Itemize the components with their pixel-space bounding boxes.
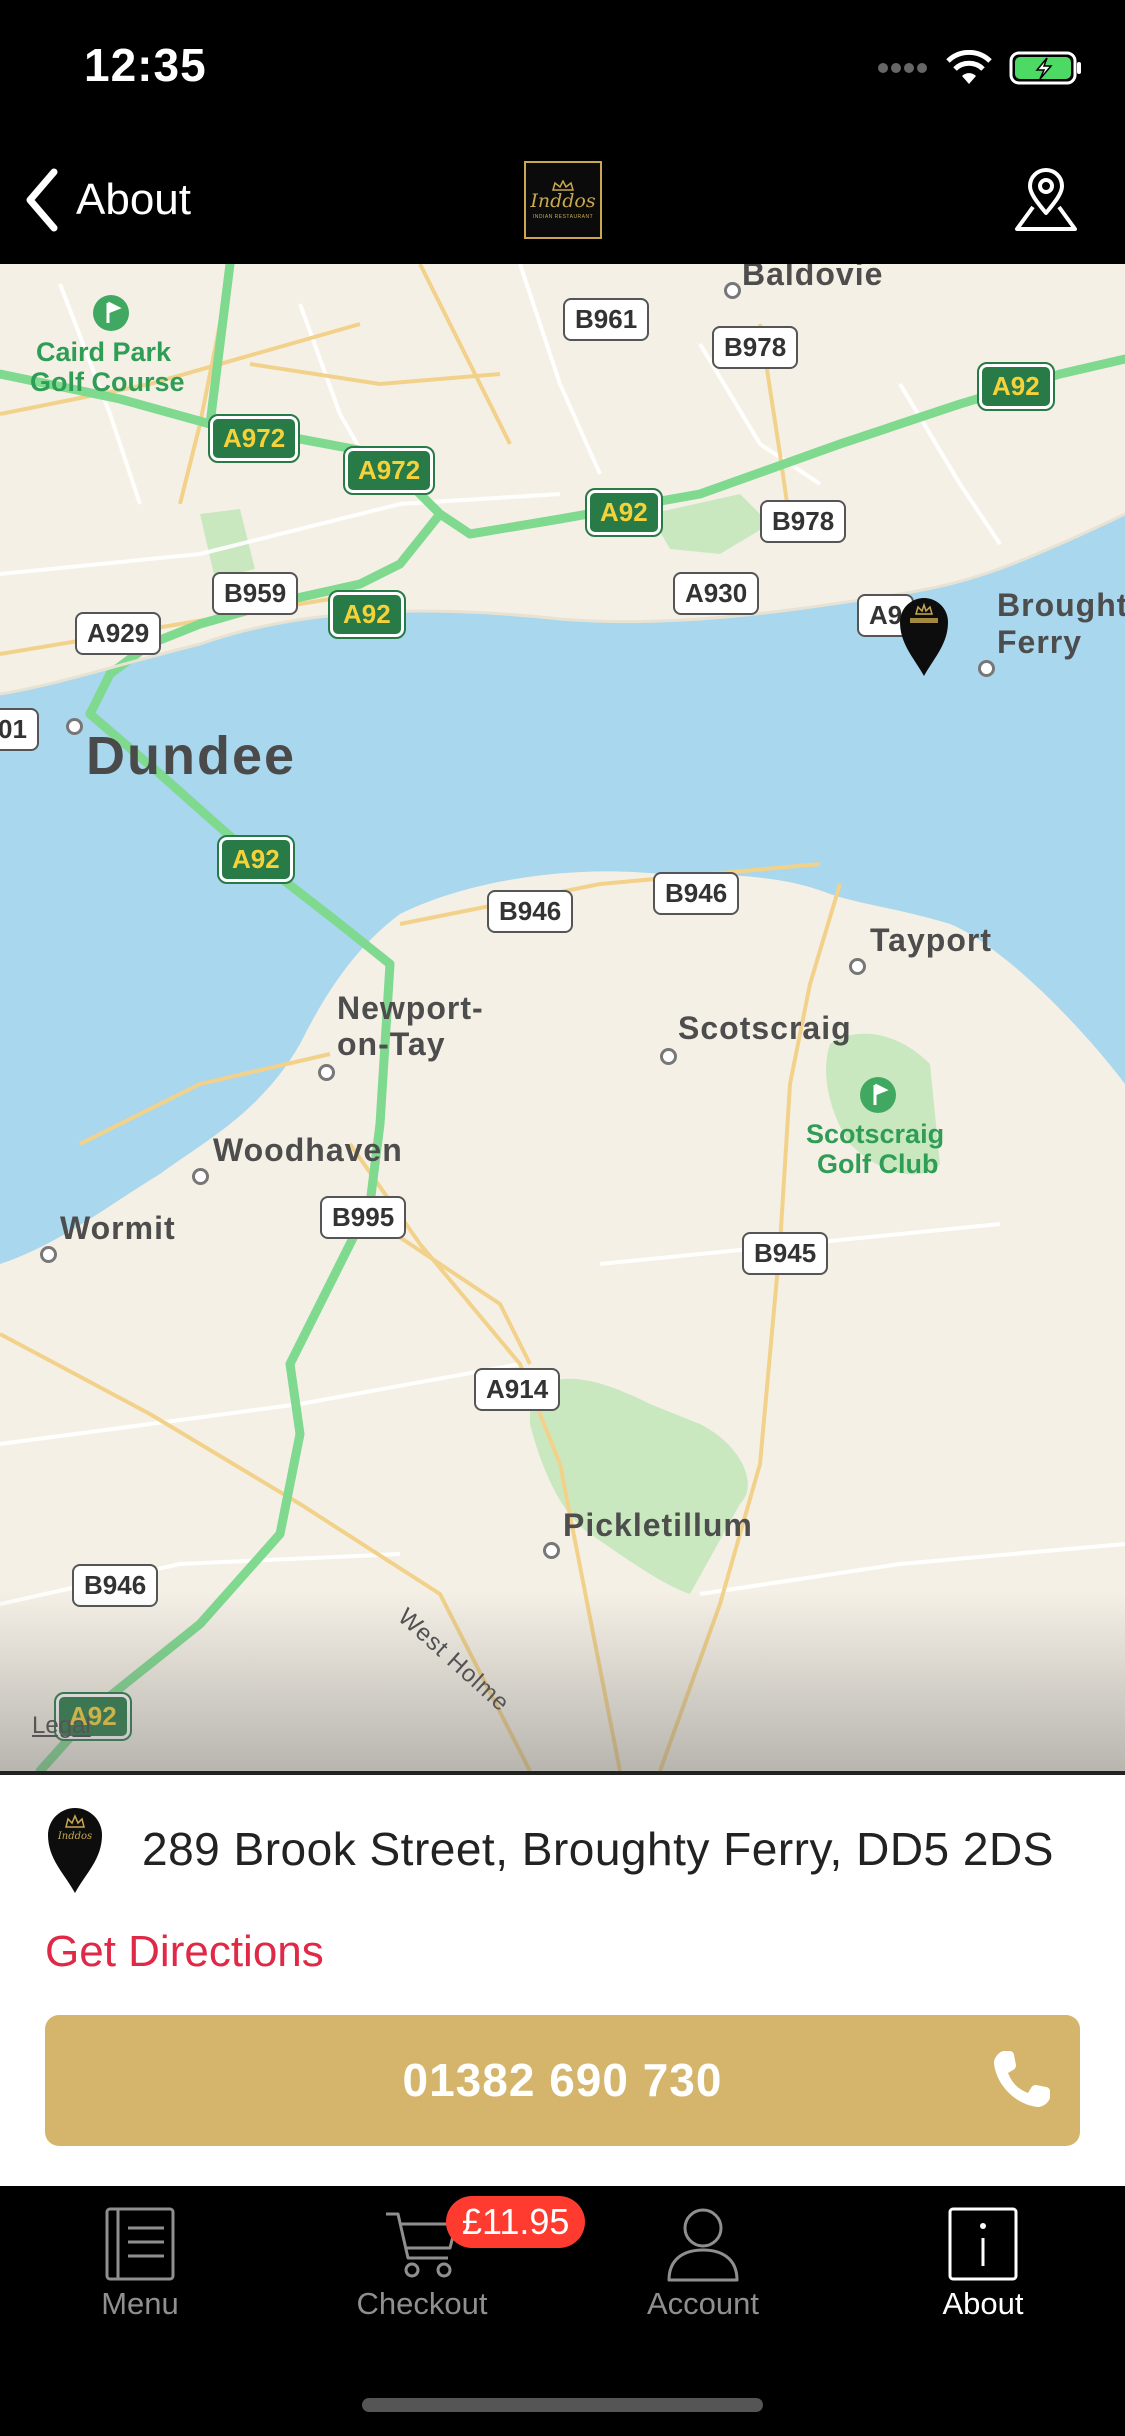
map-view[interactable]: Baldovie Dundee Broughty Ferry Tayport S… [0,264,1125,1771]
label-ferry: Ferry [997,624,1083,660]
nav-bar: About Inddos INDIAN RESTAURANT [0,135,1125,264]
road-badge: A930 [673,572,760,615]
logo-text: Inddos [530,190,596,212]
label-pickletillum: Pickletillum [563,1507,753,1543]
road-badge: 01 [0,708,39,751]
map-pin-outline-icon [1015,168,1077,231]
call-button[interactable]: 01382 690 730 [45,2015,1080,2146]
road-badge: B978 [760,500,847,543]
label-newport-2: on-Tay [337,1026,446,1062]
road-badge: B945 [742,1232,829,1275]
address-text: 289 Brook Street, Broughty Ferry, DD5 2D… [142,1823,1054,1875]
signal-dots-icon [878,63,927,73]
tab-label: Menu [101,2286,179,2321]
road-badge: B959 [212,572,299,615]
label-scotscraig-golf-1: Scotscraig [806,1119,945,1149]
label-dundee: Dundee [86,726,297,786]
map-pin-outline-button[interactable] [1011,165,1081,235]
place-dot [40,1246,57,1263]
road-badge: A92 [977,362,1055,411]
place-dot [543,1542,560,1559]
chevron-left-icon [26,168,58,232]
road-badge: B978 [712,326,799,369]
home-indicator [362,2398,763,2412]
road-badge: B995 [320,1196,407,1239]
place-dot [724,282,741,299]
restaurant-logo: Inddos INDIAN RESTAURANT [524,161,602,239]
golf-flag-icon [860,1077,896,1113]
place-dot [978,660,995,677]
info-icon [948,2207,1018,2281]
location-info-panel: Inddos 289 Brook Street, Broughty Ferry,… [0,1771,1125,2186]
tab-menu[interactable]: Menu [30,2206,250,2346]
label-baldovie: Baldovie [742,264,884,292]
road-badge: A92 [217,835,295,884]
svg-text:Inddos: Inddos [57,1831,92,1842]
tab-label: Checkout [356,2286,488,2321]
road-badge: A929 [75,612,162,655]
place-dot [318,1064,335,1081]
battery-charging-icon [1009,51,1081,85]
road-badge: A972 [342,446,436,495]
label-scotscraig: Scotscraig [678,1010,852,1046]
place-dot [66,718,83,735]
tab-account[interactable]: Account [593,2206,813,2346]
phone-icon [994,2051,1050,2107]
menu-book-icon [105,2207,175,2281]
label-caird-park-1: Caird Park [36,337,172,367]
status-bar: 12:35 [0,0,1125,135]
wifi-icon [946,50,992,84]
label-tayport: Tayport [870,922,992,958]
map-base [0,264,1125,1771]
road-badge: A92 [585,488,663,537]
road-badge: A914 [474,1368,561,1411]
label-scotscraig-golf-2: Golf Club [817,1149,939,1179]
golf-flag-icon [93,295,129,331]
road-badge: B946 [653,872,740,915]
road-badge: B946 [72,1564,159,1607]
place-dot [660,1048,677,1065]
road-badge: A972 [207,414,301,463]
cart-total-badge: £11.95 [446,2196,586,2248]
label-caird-park-2: Golf Course [30,367,185,397]
tab-about[interactable]: About [873,2206,1093,2346]
logo-subtitle: INDIAN RESTAURANT [532,214,594,220]
label-newport-1: Newport- [337,990,484,1026]
label-broughty: Broughty [997,587,1125,623]
address-row: Inddos 289 Brook Street, Broughty Ferry,… [44,1803,1054,1895]
status-time: 12:35 [84,39,207,91]
place-dot [849,958,866,975]
status-icons [877,48,1083,88]
location-pin-icon: Inddos [48,1808,102,1893]
road-badge: B961 [563,298,650,341]
label-wormit: Wormit [60,1210,176,1246]
place-dot [192,1168,209,1185]
legal-link[interactable]: Legal [32,1712,91,1740]
back-button[interactable]: About [22,165,191,235]
road-badge: A92 [328,590,406,639]
phone-number: 01382 690 730 [402,2054,723,2106]
label-woodhaven: Woodhaven [213,1132,403,1168]
tab-label: Account [646,2286,759,2321]
tab-label: About [942,2286,1024,2321]
person-icon [667,2208,739,2282]
get-directions-link[interactable]: Get Directions [45,1927,324,1977]
road-badge: B946 [487,890,574,933]
restaurant-map-pin[interactable] [896,592,952,678]
back-label: About [76,175,191,224]
